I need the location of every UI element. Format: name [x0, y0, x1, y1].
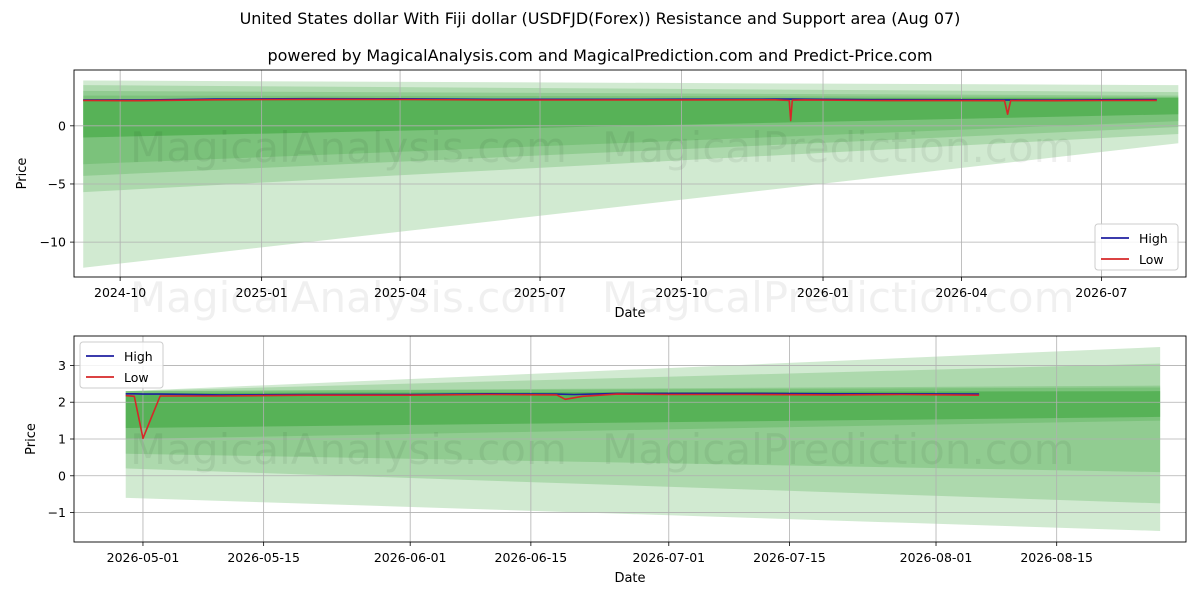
- y-tick-label: 0: [58, 118, 66, 133]
- watermark-prediction: MagicalPrediction.com: [602, 123, 1075, 172]
- legend-label-high: High: [1139, 231, 1168, 246]
- x-tick-label: 2026-01: [797, 285, 849, 300]
- x-tick-label: 2026-04: [935, 285, 987, 300]
- watermark-analysis-gap: MagicalAnalysis.com: [130, 273, 567, 322]
- legend-label-low: Low: [1139, 252, 1164, 267]
- plot-content: MagicalAnalysis.com MagicalPrediction.com: [74, 336, 1186, 542]
- y-tick-label: −1: [48, 505, 66, 520]
- x-tick-label: 2026-06-15: [495, 550, 568, 565]
- y-tick-label: −5: [48, 176, 66, 191]
- x-tick-label: 2026-06-01: [374, 550, 447, 565]
- y-tick-label: 2: [58, 395, 66, 410]
- watermark-analysis: MagicalAnalysis.com: [130, 123, 567, 172]
- x-tick-label: 2026-08-15: [1020, 550, 1093, 565]
- watermark-analysis: MagicalAnalysis.com: [130, 425, 567, 474]
- x-tick-label: 2025-04: [374, 285, 426, 300]
- x-tick-label: 2026-05-01: [107, 550, 180, 565]
- x-tick-label: 2026-08-01: [900, 550, 973, 565]
- x-tick-label: 2025-01: [236, 285, 288, 300]
- x-tick-label: 2026-05-15: [227, 550, 300, 565]
- watermark-prediction: MagicalPrediction.com: [602, 425, 1075, 474]
- legend-label-high: High: [124, 349, 153, 364]
- x-axis-label: Date: [614, 571, 645, 586]
- x-tick-label: 2026-07-01: [632, 550, 705, 565]
- x-tick-label: 2024-10: [94, 285, 146, 300]
- y-axis-label: Price: [24, 423, 39, 455]
- legend-label-low: Low: [124, 370, 149, 385]
- x-tick-label: 2026-07: [1075, 285, 1127, 300]
- y-tick-label: 3: [58, 358, 66, 373]
- y-axis-label: Price: [15, 158, 30, 190]
- plot-content: MagicalAnalysis.com MagicalPrediction.com: [74, 70, 1186, 277]
- chart-canvas: MagicalAnalysis.com MagicalPrediction.com…: [15, 69, 1187, 586]
- legend: High Low: [1094, 223, 1179, 271]
- x-tick-label: 2025-10: [655, 285, 707, 300]
- chart-panel-2: MagicalAnalysis.com MagicalPrediction.com…: [24, 335, 1187, 586]
- x-tick-label: 2025-07: [514, 285, 566, 300]
- x-axis-label: Date: [614, 306, 645, 321]
- legend: High Low: [79, 341, 164, 389]
- y-tick-label: 0: [58, 468, 66, 483]
- chart-panel-1: MagicalAnalysis.com MagicalPrediction.com…: [15, 69, 1187, 322]
- y-tick-label: −10: [40, 235, 66, 250]
- x-tick-label: 2026-07-15: [753, 550, 826, 565]
- y-tick-label: 1: [58, 432, 66, 447]
